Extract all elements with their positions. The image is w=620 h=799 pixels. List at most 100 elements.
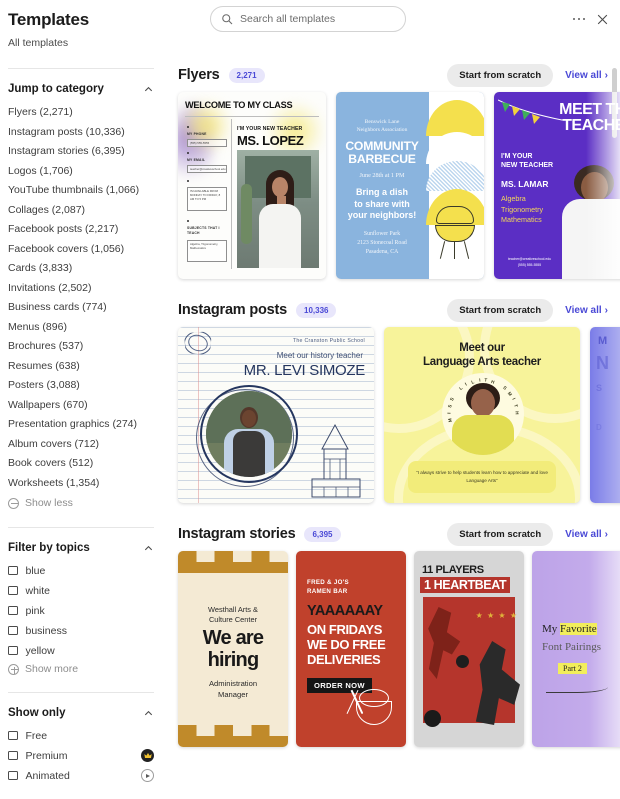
checkbox[interactable] bbox=[8, 625, 18, 636]
sidebar-item-posters[interactable]: Posters (3,088) bbox=[8, 376, 154, 396]
sidebar-item-worksheets[interactable]: Worksheets (1,354) bbox=[8, 474, 154, 494]
view-all-label: View all bbox=[565, 528, 602, 540]
chevron-up-icon[interactable] bbox=[143, 84, 154, 95]
flyer-text-block: I'M YOUR NEW TEACHER MS. LAMAR Algebra T… bbox=[501, 152, 553, 226]
sidebar-item-cards[interactable]: Cards (3,833) bbox=[8, 259, 154, 279]
topic-checkbox-yellow[interactable]: yellow bbox=[8, 642, 154, 659]
topic-checkbox-white[interactable]: white bbox=[8, 582, 154, 599]
template-card-community-barbecue[interactable]: Benswick Lane Neighbors Association COMM… bbox=[336, 92, 484, 279]
checkbox[interactable] bbox=[8, 605, 18, 616]
show-only-title: Show only bbox=[8, 707, 66, 719]
view-all-label: View all bbox=[565, 304, 602, 316]
sidebar-item-facebook-covers[interactable]: Facebook covers (1,056) bbox=[8, 240, 154, 260]
ring-char: L bbox=[457, 385, 464, 392]
start-from-scratch-button[interactable]: Start from scratch bbox=[447, 298, 554, 322]
checkbox[interactable] bbox=[8, 585, 18, 596]
jump-to-category-title: Jump to category bbox=[8, 83, 104, 95]
sidebar-item-wallpapers[interactable]: Wallpapers (670) bbox=[8, 396, 154, 416]
chevron-up-icon[interactable] bbox=[143, 708, 154, 719]
checkbox[interactable] bbox=[8, 750, 18, 761]
checkbox[interactable] bbox=[8, 565, 18, 576]
template-card-soccer[interactable]: 11 PLAYERS 1 HEARTBEAT ★ ★ ★ ★ bbox=[414, 551, 524, 747]
topic-label: yellow bbox=[25, 644, 55, 657]
chevron-up-icon[interactable] bbox=[143, 543, 154, 554]
sidebar-item-instagram-stories[interactable]: Instagram stories (6,395) bbox=[8, 142, 154, 162]
view-all-link[interactable]: View all › bbox=[565, 305, 608, 316]
show-less-button[interactable]: Show less bbox=[8, 497, 154, 509]
checkbox[interactable] bbox=[8, 730, 18, 741]
ellipsis-icon[interactable] bbox=[570, 10, 588, 28]
flyer-text-column: Benswick Lane Neighbors Association COMM… bbox=[336, 92, 428, 256]
sidebar-item-resumes[interactable]: Resumes (638) bbox=[8, 357, 154, 377]
story-line2-a: Font bbox=[542, 641, 565, 653]
story-exclamation: YAAAAAAY bbox=[307, 603, 383, 619]
sidebar: Jump to category Flyers (2,271) Instagra… bbox=[0, 58, 162, 799]
flyer-address: Sunflower Park 2123 Stonecoal Road Pasad… bbox=[357, 231, 407, 255]
show-more-label: Show more bbox=[25, 663, 79, 675]
sidebar-item-business-cards[interactable]: Business cards (774) bbox=[8, 298, 154, 318]
section-count-badge: 6,395 bbox=[304, 526, 341, 542]
template-card-meet-the-teacher[interactable]: MEET THE TEACHER I'M YOUR NEW TEACHER MS… bbox=[494, 92, 620, 279]
subjects-value: Algebra, Trigonometry, Mathematics bbox=[187, 240, 227, 262]
sidebar-item-youtube-thumbnails[interactable]: YouTube thumbnails (1,066) bbox=[8, 181, 154, 201]
search-input[interactable]: Search all templates bbox=[210, 6, 406, 32]
ring-char: S bbox=[502, 385, 509, 392]
show-only-free[interactable]: Free bbox=[8, 727, 154, 744]
template-card-welcome-to-my-class[interactable]: WELCOME TO MY CLASS MY PHONE (555) 555-5… bbox=[178, 92, 326, 279]
sidebar-item-brochures[interactable]: Brochures (537) bbox=[8, 337, 154, 357]
minus-circle-icon bbox=[8, 497, 19, 509]
template-card-history-teacher[interactable]: The Cranston Public School Meet our hist… bbox=[178, 327, 374, 503]
template-card-font-pairings[interactable]: My Favorite Font Pairings Part 2 bbox=[532, 551, 620, 747]
ring-char: I bbox=[511, 397, 517, 402]
flyer-title-line1: COMMUNITY bbox=[345, 138, 419, 153]
story-part-label: Part 2 bbox=[558, 663, 587, 674]
start-from-scratch-button[interactable]: Start from scratch bbox=[447, 63, 554, 87]
template-card-partial-post[interactable]: M N S D bbox=[590, 327, 620, 503]
search-icon bbox=[222, 14, 233, 25]
phone-value: (555) 555-5555 bbox=[187, 139, 227, 147]
ring-char: H bbox=[490, 378, 496, 385]
breadcrumb: All templates bbox=[8, 37, 69, 49]
ring-char: H bbox=[514, 411, 520, 415]
view-all-link[interactable]: View all › bbox=[565, 70, 608, 81]
email-label: MY EMAIL bbox=[187, 158, 206, 162]
sidebar-item-invitations[interactable]: Invitations (2,502) bbox=[8, 279, 154, 299]
topic-label: blue bbox=[25, 564, 46, 577]
filter-by-topics-header[interactable]: Filter by topics bbox=[8, 528, 154, 562]
sidebar-item-album-covers[interactable]: Album covers (712) bbox=[8, 435, 154, 455]
topic-checkbox-pink[interactable]: pink bbox=[8, 602, 154, 619]
post-photo bbox=[206, 391, 292, 477]
jump-to-category-header[interactable]: Jump to category bbox=[8, 69, 154, 103]
close-icon[interactable] bbox=[593, 10, 611, 28]
start-from-scratch-button[interactable]: Start from scratch bbox=[447, 522, 554, 546]
phone-label: MY PHONE bbox=[187, 132, 207, 136]
post-card-row: The Cranston Public School Meet our hist… bbox=[162, 327, 620, 503]
section-header: Flyers 2,271 Start from scratch View all… bbox=[162, 58, 620, 92]
section-title: Flyers bbox=[178, 67, 220, 83]
show-only-header[interactable]: Show only bbox=[8, 693, 154, 727]
sidebar-item-instagram-posts[interactable]: Instagram posts (10,336) bbox=[8, 123, 154, 143]
sidebar-item-presentation-graphics[interactable]: Presentation graphics (274) bbox=[8, 415, 154, 435]
topic-checkbox-business[interactable]: business bbox=[8, 622, 154, 639]
show-only-animated[interactable]: Animated bbox=[8, 767, 154, 784]
checkbox[interactable] bbox=[8, 645, 18, 656]
topic-checkbox-blue[interactable]: blue bbox=[8, 562, 154, 579]
show-more-button[interactable]: Show more bbox=[8, 663, 154, 675]
show-only-premium[interactable]: Premium bbox=[8, 747, 154, 764]
sidebar-item-collages[interactable]: Collages (2,087) bbox=[8, 201, 154, 221]
sidebar-item-facebook-posts[interactable]: Facebook posts (2,217) bbox=[8, 220, 154, 240]
template-card-we-are-hiring[interactable]: Westhall Arts & Culture Center We are hi… bbox=[178, 551, 288, 747]
checkbox[interactable] bbox=[8, 770, 18, 781]
sidebar-item-flyers[interactable]: Flyers (2,271) bbox=[8, 103, 154, 123]
post-partial-text: M bbox=[598, 335, 608, 347]
story-line1-b: Favorite bbox=[560, 623, 597, 635]
story-line1: My Favorite bbox=[542, 623, 597, 635]
sidebar-item-book-covers[interactable]: Book covers (512) bbox=[8, 454, 154, 474]
template-card-ramen-bar[interactable]: FRED & JO'S RAMEN BAR YAAAAAAY ON FRIDAY… bbox=[296, 551, 406, 747]
plus-circle-icon bbox=[8, 663, 19, 675]
ring-char: S bbox=[447, 403, 453, 409]
sidebar-item-logos[interactable]: Logos (1,706) bbox=[8, 162, 154, 182]
sidebar-item-menus[interactable]: Menus (896) bbox=[8, 318, 154, 338]
view-all-link[interactable]: View all › bbox=[565, 529, 608, 540]
template-card-language-arts-teacher[interactable]: Meet our Language Arts teacher MISSLILIT… bbox=[384, 327, 580, 503]
